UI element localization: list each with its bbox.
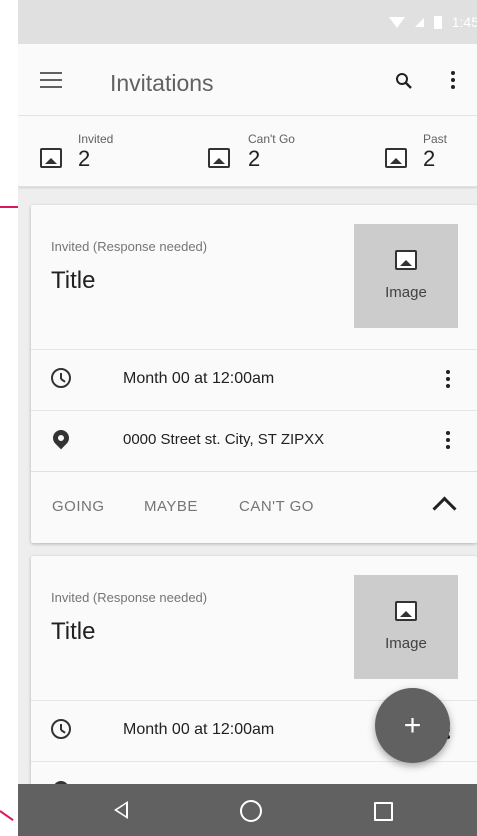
stat-count: 2 — [78, 146, 91, 171]
chevron-up-icon[interactable] — [432, 496, 457, 521]
status-bar: 1:45 — [18, 0, 477, 44]
recents-icon[interactable] — [374, 802, 393, 821]
menu-icon[interactable] — [40, 72, 64, 89]
image-icon — [395, 601, 417, 621]
event-time: Month 00 at 12:00am — [123, 370, 275, 387]
cant-go-button[interactable]: CAN'T GO — [239, 498, 314, 515]
wifi-icon — [388, 16, 405, 28]
card-title: Title — [51, 618, 96, 645]
stat-count: 2 — [248, 146, 261, 171]
more-vert-icon[interactable] — [445, 370, 451, 390]
home-icon[interactable] — [240, 800, 262, 822]
image-label: Image — [385, 635, 427, 652]
card-image[interactable]: Image — [354, 224, 458, 328]
annotation-line — [0, 810, 14, 821]
invitation-card[interactable]: Invited (Response needed) Title Image Mo… — [31, 556, 477, 816]
card-status: Invited (Response needed) — [51, 239, 208, 254]
location-row: 0000 Street st. City, ST ZIPXX — [31, 410, 477, 470]
stat-label: Can't Go — [248, 132, 295, 146]
clock-icon — [51, 719, 71, 739]
card-status: Invited (Response needed) — [51, 590, 208, 605]
event-time: Month 00 at 12:00am — [123, 721, 275, 738]
card-header: Invited (Response needed) Title Image — [31, 205, 477, 349]
page-title: Invitations — [110, 70, 214, 96]
add-fab-button[interactable]: + — [375, 688, 450, 763]
back-icon[interactable] — [114, 801, 128, 819]
time-row: Month 00 at 12:00am — [31, 349, 477, 409]
stats-bar: Invited 2 Can't Go 2 Past 2 — [18, 116, 477, 187]
clock-icon — [51, 368, 71, 388]
more-vert-icon[interactable] — [450, 71, 456, 91]
stat-count: 2 — [423, 146, 436, 171]
stat-label: Invited — [78, 132, 114, 146]
system-nav-bar — [18, 784, 477, 836]
search-icon[interactable] — [395, 72, 413, 90]
image-icon — [208, 148, 230, 168]
phone-screen: 1:45 Invitations Invited 2 Can't Go 2 Pa… — [18, 0, 477, 836]
card-image[interactable]: Image — [354, 575, 458, 679]
event-address: 0000 Street st. City, ST ZIPXX — [123, 431, 325, 448]
image-icon — [40, 148, 62, 168]
card-header: Invited (Response needed) Title Image — [31, 556, 477, 700]
image-icon — [395, 250, 417, 270]
more-vert-icon[interactable] — [445, 431, 451, 451]
location-pin-icon — [49, 426, 73, 450]
battery-icon — [433, 15, 442, 29]
app-toolbar: Invitations — [18, 44, 477, 116]
card-title: Title — [51, 267, 96, 294]
invitation-card[interactable]: Invited (Response needed) Title Image Mo… — [31, 205, 477, 543]
going-button[interactable]: GOING — [52, 498, 105, 515]
image-icon — [385, 148, 407, 168]
card-actions: GOING MAYBE CAN'T GO — [31, 471, 477, 543]
maybe-button[interactable]: MAYBE — [144, 498, 198, 515]
stat-label: Past — [423, 132, 448, 146]
annotation-line — [0, 206, 18, 208]
signal-icon — [414, 17, 424, 27]
status-time: 1:45 — [451, 14, 477, 30]
image-label: Image — [385, 284, 427, 301]
